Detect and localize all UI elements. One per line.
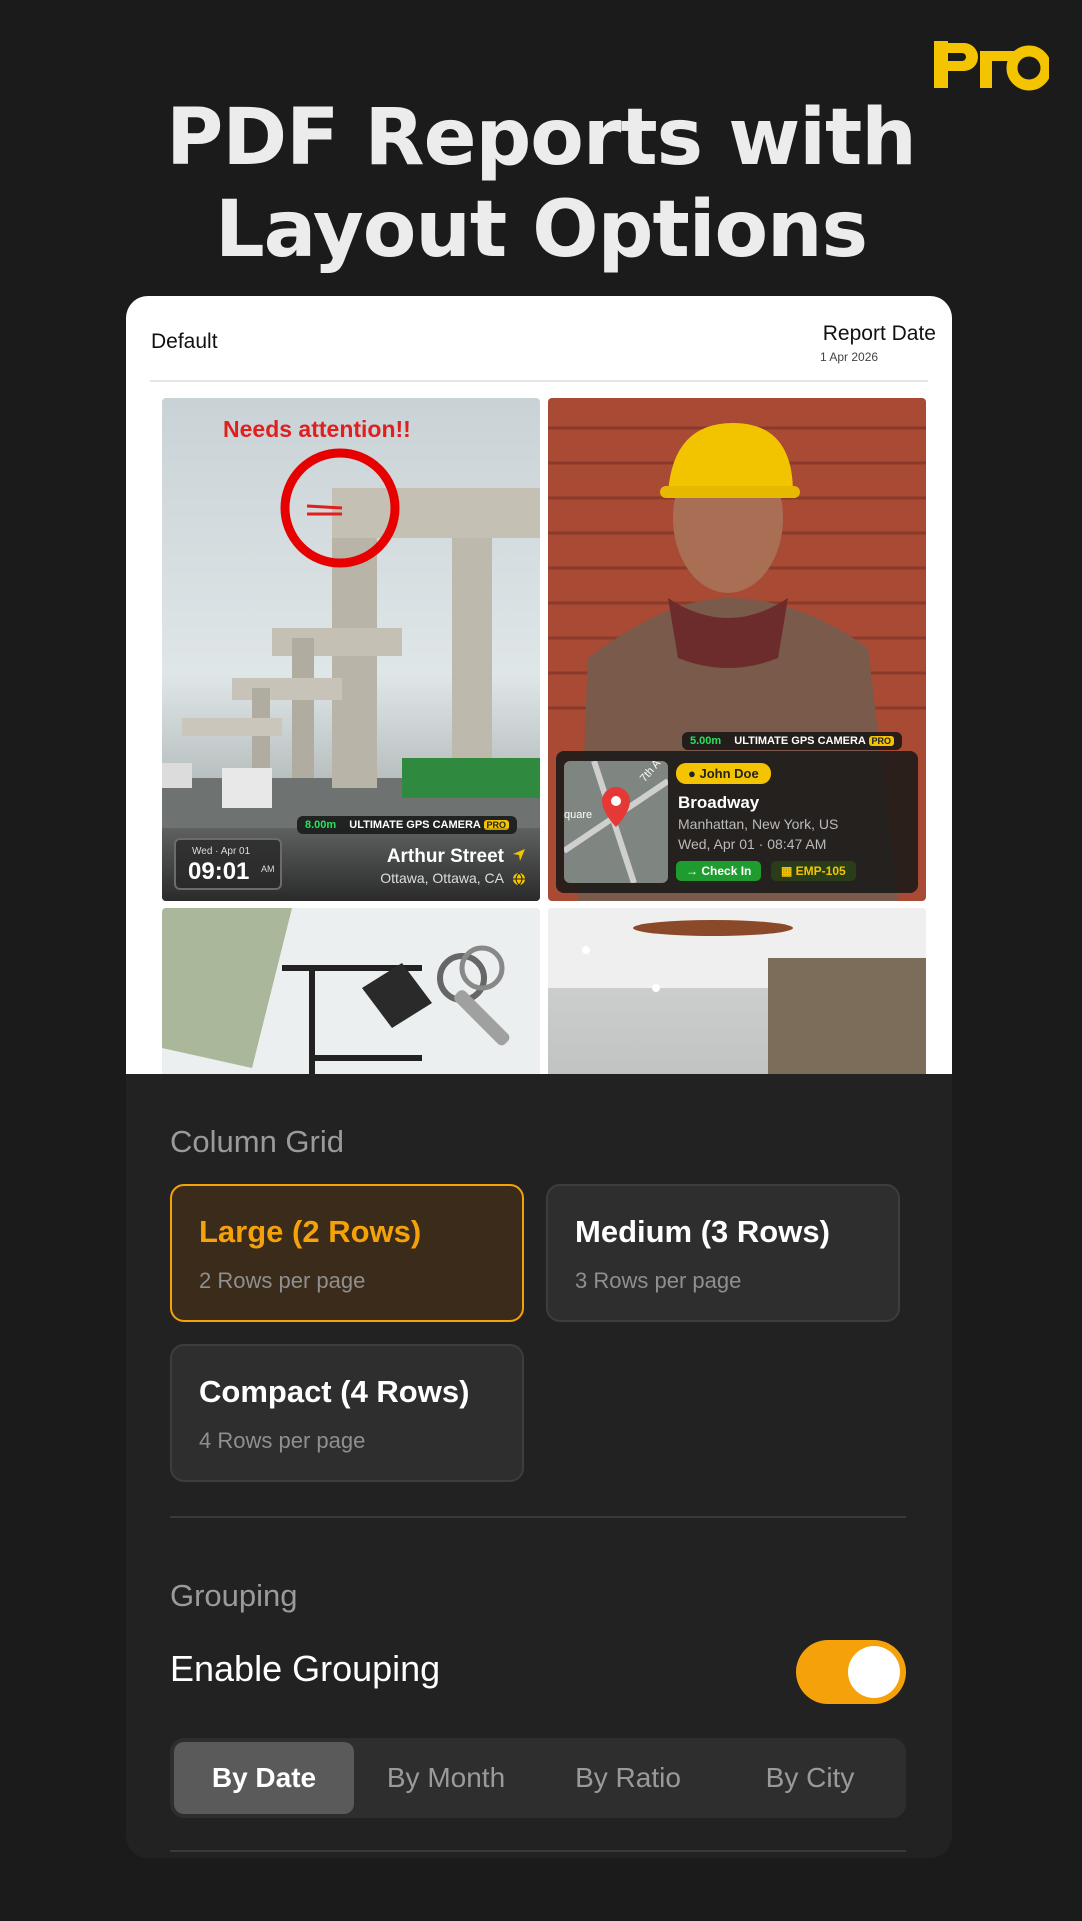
grid-option-title: Medium (3 Rows) bbox=[575, 1214, 830, 1249]
user-chip: ● John Doe bbox=[676, 763, 771, 784]
user-icon: ● bbox=[688, 766, 700, 781]
enable-grouping-label: Enable Grouping bbox=[170, 1648, 441, 1689]
grid-option-title: Compact (4 Rows) bbox=[199, 1374, 470, 1409]
grid-option-medium[interactable]: Medium (3 Rows) 3 Rows per page bbox=[546, 1184, 900, 1322]
stamp-date: Wed · Apr 01 bbox=[192, 846, 251, 857]
photo-construction: Needs attention!! 8.00m ULTIMATE GPS CAM… bbox=[162, 398, 540, 901]
report-date-value: 1 Apr 2026 bbox=[820, 350, 879, 364]
user-name: John Doe bbox=[699, 766, 759, 781]
stamp-street: Broadway bbox=[678, 793, 760, 812]
report-header: Default Report Date 1 Apr 2026 bbox=[126, 296, 952, 380]
check-in-label: Check In bbox=[701, 864, 752, 878]
distance-value: 5.00m bbox=[690, 735, 722, 747]
photo-worker: 5.00m ULTIMATE GPS CAMERA PRO 7th A quar… bbox=[548, 398, 926, 901]
tab-by-date[interactable]: By Date bbox=[174, 1742, 354, 1814]
navigation-arrow-icon bbox=[513, 849, 525, 861]
stamp-datetime: Wed, Apr 01 · 08:47 AM bbox=[678, 836, 827, 852]
tab-by-ratio[interactable]: By Ratio bbox=[538, 1742, 718, 1814]
gps-info-chip: 5.00m ULTIMATE GPS CAMERA PRO bbox=[682, 732, 903, 750]
location-stamp: Wed · Apr 01 09:01 AM Arthur Street Otta… bbox=[162, 828, 540, 901]
tab-by-month[interactable]: By Month bbox=[356, 1742, 536, 1814]
column-grid-title: Column Grid bbox=[170, 1124, 344, 1159]
employee-id: EMP-105 bbox=[795, 864, 846, 878]
layout-settings-panel: Column Grid Large (2 Rows) 2 Rows per pa… bbox=[126, 1074, 952, 1858]
enable-grouping-toggle[interactable] bbox=[796, 1640, 906, 1704]
check-in-badge: → Check In bbox=[676, 861, 762, 881]
tab-by-city[interactable]: By City bbox=[720, 1742, 900, 1814]
map-pin-icon bbox=[564, 761, 668, 883]
grid-option-subtitle: 3 Rows per page bbox=[575, 1268, 742, 1293]
camera-brand: ULTIMATE GPS CAMERA bbox=[734, 735, 866, 747]
time-stamp: Wed · Apr 01 09:01 AM bbox=[174, 838, 282, 890]
hero-title-line-1: PDF Reports with bbox=[166, 93, 917, 183]
stamp-city: Ottawa, Ottawa, CA bbox=[380, 870, 504, 886]
section-divider bbox=[170, 1516, 906, 1518]
map-label: quare bbox=[564, 809, 593, 821]
layout-name: Default bbox=[151, 330, 218, 353]
stamp-time: 09:01 bbox=[188, 858, 250, 885]
id-card-icon: ▦ bbox=[781, 864, 796, 878]
hero-title-line-2: Layout Options bbox=[214, 185, 868, 275]
section-divider bbox=[170, 1850, 906, 1852]
map-thumbnail: 7th A quare bbox=[564, 761, 668, 883]
grid-option-title: Large (2 Rows) bbox=[199, 1214, 422, 1249]
hero-title: PDF Reports with Layout Options bbox=[0, 92, 1082, 276]
report-date-label: Report Date bbox=[822, 322, 936, 345]
header-divider bbox=[150, 380, 928, 382]
employee-badge: ▦ EMP-105 bbox=[771, 861, 856, 881]
stamp-city: Manhattan, New York, US bbox=[678, 816, 839, 832]
location-stamp: 7th A quare ● John Doe Broadway Manhatta… bbox=[556, 751, 918, 893]
grid-option-subtitle: 4 Rows per page bbox=[199, 1428, 366, 1453]
grouping-title: Grouping bbox=[170, 1578, 298, 1613]
annotation-text: Needs attention!! bbox=[223, 416, 411, 442]
pro-logo bbox=[934, 41, 1049, 91]
grid-option-subtitle: 2 Rows per page bbox=[199, 1268, 366, 1293]
grid-option-compact[interactable]: Compact (4 Rows) 4 Rows per page bbox=[170, 1344, 524, 1482]
globe-icon bbox=[513, 872, 525, 886]
stamp-ampm: AM bbox=[261, 864, 275, 874]
check-in-icon: → bbox=[686, 864, 702, 878]
grouping-segmented-control: By Date By Month By Ratio By City bbox=[170, 1738, 906, 1818]
pro-tag: PRO bbox=[868, 736, 895, 746]
report-preview-card: Default Report Date 1 Apr 2026 Needs att… bbox=[126, 296, 952, 1130]
stamp-street: Arthur Street bbox=[386, 846, 504, 867]
toggle-knob bbox=[848, 1646, 900, 1698]
grid-option-large[interactable]: Large (2 Rows) 2 Rows per page bbox=[170, 1184, 524, 1322]
